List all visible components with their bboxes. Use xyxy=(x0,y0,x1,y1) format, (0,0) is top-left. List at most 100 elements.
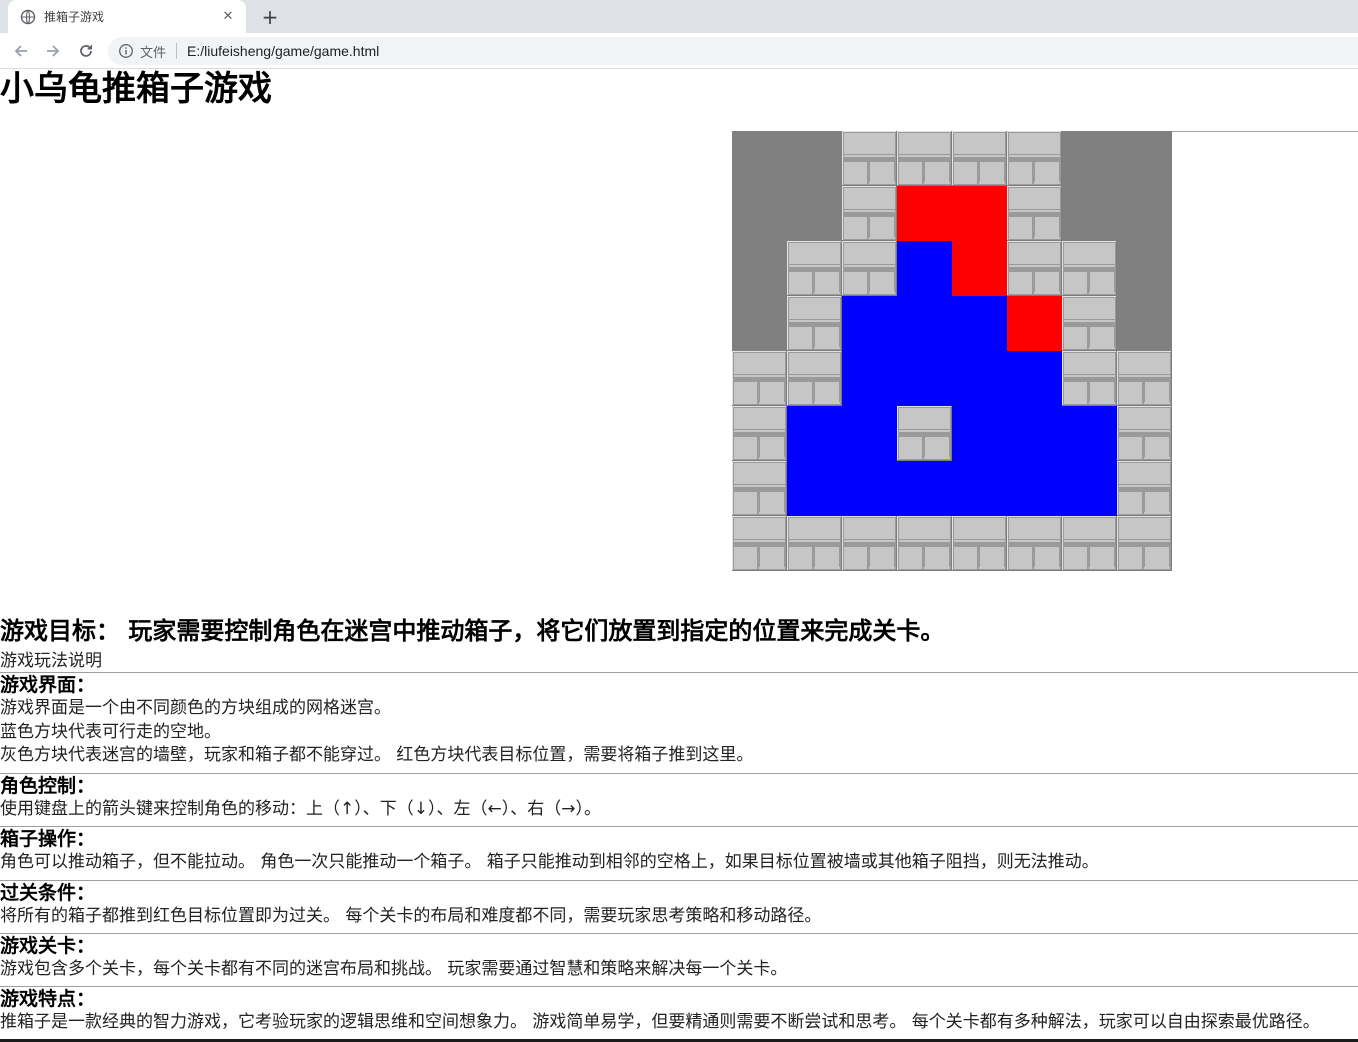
board-cell-wall xyxy=(1117,351,1172,406)
board-cell-outside xyxy=(1117,186,1172,241)
board-cell-target xyxy=(1007,296,1062,351)
board-cell-wall xyxy=(842,131,897,186)
scheme-label: 文件 xyxy=(140,45,167,61)
board-cell-target xyxy=(897,186,952,241)
browser-tab[interactable]: 推箱子游戏 ✕ xyxy=(8,0,246,33)
board-cell-floor xyxy=(842,461,897,516)
board-cell-wall xyxy=(842,186,897,241)
section-text: 游戏界面是一个由不同颜色的方块组成的网格迷宫。 xyxy=(0,698,391,718)
board-cell-floor xyxy=(842,296,897,351)
board-cell-target xyxy=(952,241,1007,296)
board-cell-wall xyxy=(732,406,787,461)
board-cell-outside xyxy=(1117,241,1172,296)
board-cell-wall xyxy=(1062,241,1117,296)
section-features: 游戏特点： 推箱子是一款经典的智力游戏，它考验玩家的逻辑思维和空间想象力。 游戏… xyxy=(0,986,1358,1035)
board-cell-wall xyxy=(842,516,897,571)
board-cell-floor xyxy=(952,296,1007,351)
board-cell-wall xyxy=(897,406,952,461)
section-title: 游戏界面： xyxy=(0,674,96,696)
board-cell-wall xyxy=(897,516,952,571)
board-cell-wall xyxy=(732,461,787,516)
board-cell-outside xyxy=(1117,131,1172,186)
board-cell-wall xyxy=(1007,131,1062,186)
back-button[interactable] xyxy=(8,38,34,64)
board-cell-wall xyxy=(1062,516,1117,571)
tab-title: 推箱子游戏 xyxy=(44,10,105,24)
section-clear: 过关条件： 将所有的箱子都推到红色目标位置即为过关。 每个关卡的布局和难度都不同… xyxy=(0,880,1358,929)
board-cell-floor xyxy=(897,296,952,351)
back-arrow-icon xyxy=(14,45,27,57)
browser-tabstrip: 推箱子游戏 ✕ + xyxy=(0,0,1358,33)
board-cell-floor xyxy=(897,241,952,296)
page-content: 小乌龟推箱子游戏 游戏目标： 玩家需要控制角色在迷宫中推动箱子，将它们放置到指定… xyxy=(0,70,1358,1042)
board-cell-floor xyxy=(897,461,952,516)
section-interface: 游戏界面： 游戏界面是一个由不同颜色的方块组成的网格迷宫。 蓝色方块代表可行走的… xyxy=(0,672,1358,768)
board-cell-floor xyxy=(787,406,842,461)
page-title: 小乌龟推箱子游戏 xyxy=(0,69,272,109)
board-cell-outside xyxy=(732,296,787,351)
board-cell-floor xyxy=(1062,406,1117,461)
reload-icon xyxy=(80,45,92,57)
board-cell-floor xyxy=(787,461,842,516)
forward-button[interactable] xyxy=(40,38,66,64)
omnibox-divider xyxy=(176,43,178,59)
board-cell-floor xyxy=(1007,461,1062,516)
section-text: 将所有的箱子都推到红色目标位置即为过关。 每个关卡的布局和难度都不同，需要玩家思… xyxy=(0,906,822,926)
rules-caption: 游戏玩法说明 xyxy=(0,651,102,671)
board-cell-floor xyxy=(842,406,897,461)
section-title: 游戏关卡： xyxy=(0,935,96,957)
board-cell-outside xyxy=(787,131,842,186)
board-cell-floor xyxy=(952,351,1007,406)
info-icon[interactable] xyxy=(118,43,134,59)
section-text: 使用键盘上的箭头键来控制角色的移动：上（↑）、下（↓）、左（←）、右（→）。 xyxy=(0,799,601,819)
game-goal: 游戏目标： 玩家需要控制角色在迷宫中推动箱子，将它们放置到指定的位置来完成关卡。 xyxy=(0,617,945,645)
section-levels: 游戏关卡： 游戏包含多个关卡，每个关卡都有不同的迷宫布局和挑战。 玩家需要通过智… xyxy=(0,933,1358,982)
board-cell-wall xyxy=(1062,296,1117,351)
board-cell-wall xyxy=(1117,516,1172,571)
board-cell-outside xyxy=(1117,296,1172,351)
url-text[interactable]: E:/liufeisheng/game/game.html xyxy=(187,43,379,59)
board-cell-wall xyxy=(842,241,897,296)
section-text: 角色可以推动箱子，但不能拉动。 角色一次只能推动一个箱子。 箱子只能推动到相邻的… xyxy=(0,852,1099,872)
board-cell-outside xyxy=(732,186,787,241)
board-cell-wall xyxy=(1117,406,1172,461)
board-cell-floor xyxy=(842,351,897,406)
board-divider xyxy=(1172,131,1358,132)
close-icon[interactable]: ✕ xyxy=(220,9,236,25)
browser-toolbar: 文件 E:/liufeisheng/game/game.html xyxy=(0,33,1358,69)
board-cell-floor xyxy=(1062,461,1117,516)
board-cell-outside xyxy=(1062,131,1117,186)
section-box: 箱子操作： 角色可以推动箱子，但不能拉动。 角色一次只能推动一个箱子。 箱子只能… xyxy=(0,826,1358,875)
forward-arrow-icon xyxy=(47,45,60,57)
board-cell-floor xyxy=(952,461,1007,516)
board-cell-wall xyxy=(732,516,787,571)
board-cell-wall xyxy=(952,131,1007,186)
section-text: 推箱子是一款经典的智力游戏，它考验玩家的逻辑思维和空间想象力。 游戏简单易学，但… xyxy=(0,1012,1320,1032)
section-title: 游戏特点： xyxy=(0,988,96,1010)
board-cell-wall xyxy=(787,516,842,571)
board-cell-target xyxy=(952,186,1007,241)
address-bar[interactable]: 文件 E:/liufeisheng/game/game.html xyxy=(108,37,1358,65)
section-title: 角色控制： xyxy=(0,775,96,797)
section-title: 过关条件： xyxy=(0,882,96,904)
new-tab-button[interactable]: + xyxy=(258,5,282,29)
board-cell-outside xyxy=(1062,186,1117,241)
board-cell-floor xyxy=(952,406,1007,461)
board-cell-wall xyxy=(1117,461,1172,516)
board-cell-outside xyxy=(732,131,787,186)
board-cell-wall xyxy=(787,351,842,406)
board-cell-wall xyxy=(897,131,952,186)
board-cell-wall xyxy=(1007,241,1062,296)
board-cell-outside xyxy=(732,241,787,296)
globe-icon xyxy=(20,9,36,25)
reload-button[interactable] xyxy=(73,38,99,64)
board-cell-floor xyxy=(897,351,952,406)
game-board[interactable] xyxy=(732,131,1172,571)
board-cell-wall xyxy=(952,516,1007,571)
board-cell-floor xyxy=(1007,351,1062,406)
board-cell-floor xyxy=(1007,406,1062,461)
board-cell-wall xyxy=(787,241,842,296)
board-cell-wall xyxy=(1007,516,1062,571)
board-cell-wall xyxy=(787,296,842,351)
section-text: 游戏包含多个关卡，每个关卡都有不同的迷宫布局和挑战。 玩家需要通过智慧和策略来解… xyxy=(0,959,788,979)
